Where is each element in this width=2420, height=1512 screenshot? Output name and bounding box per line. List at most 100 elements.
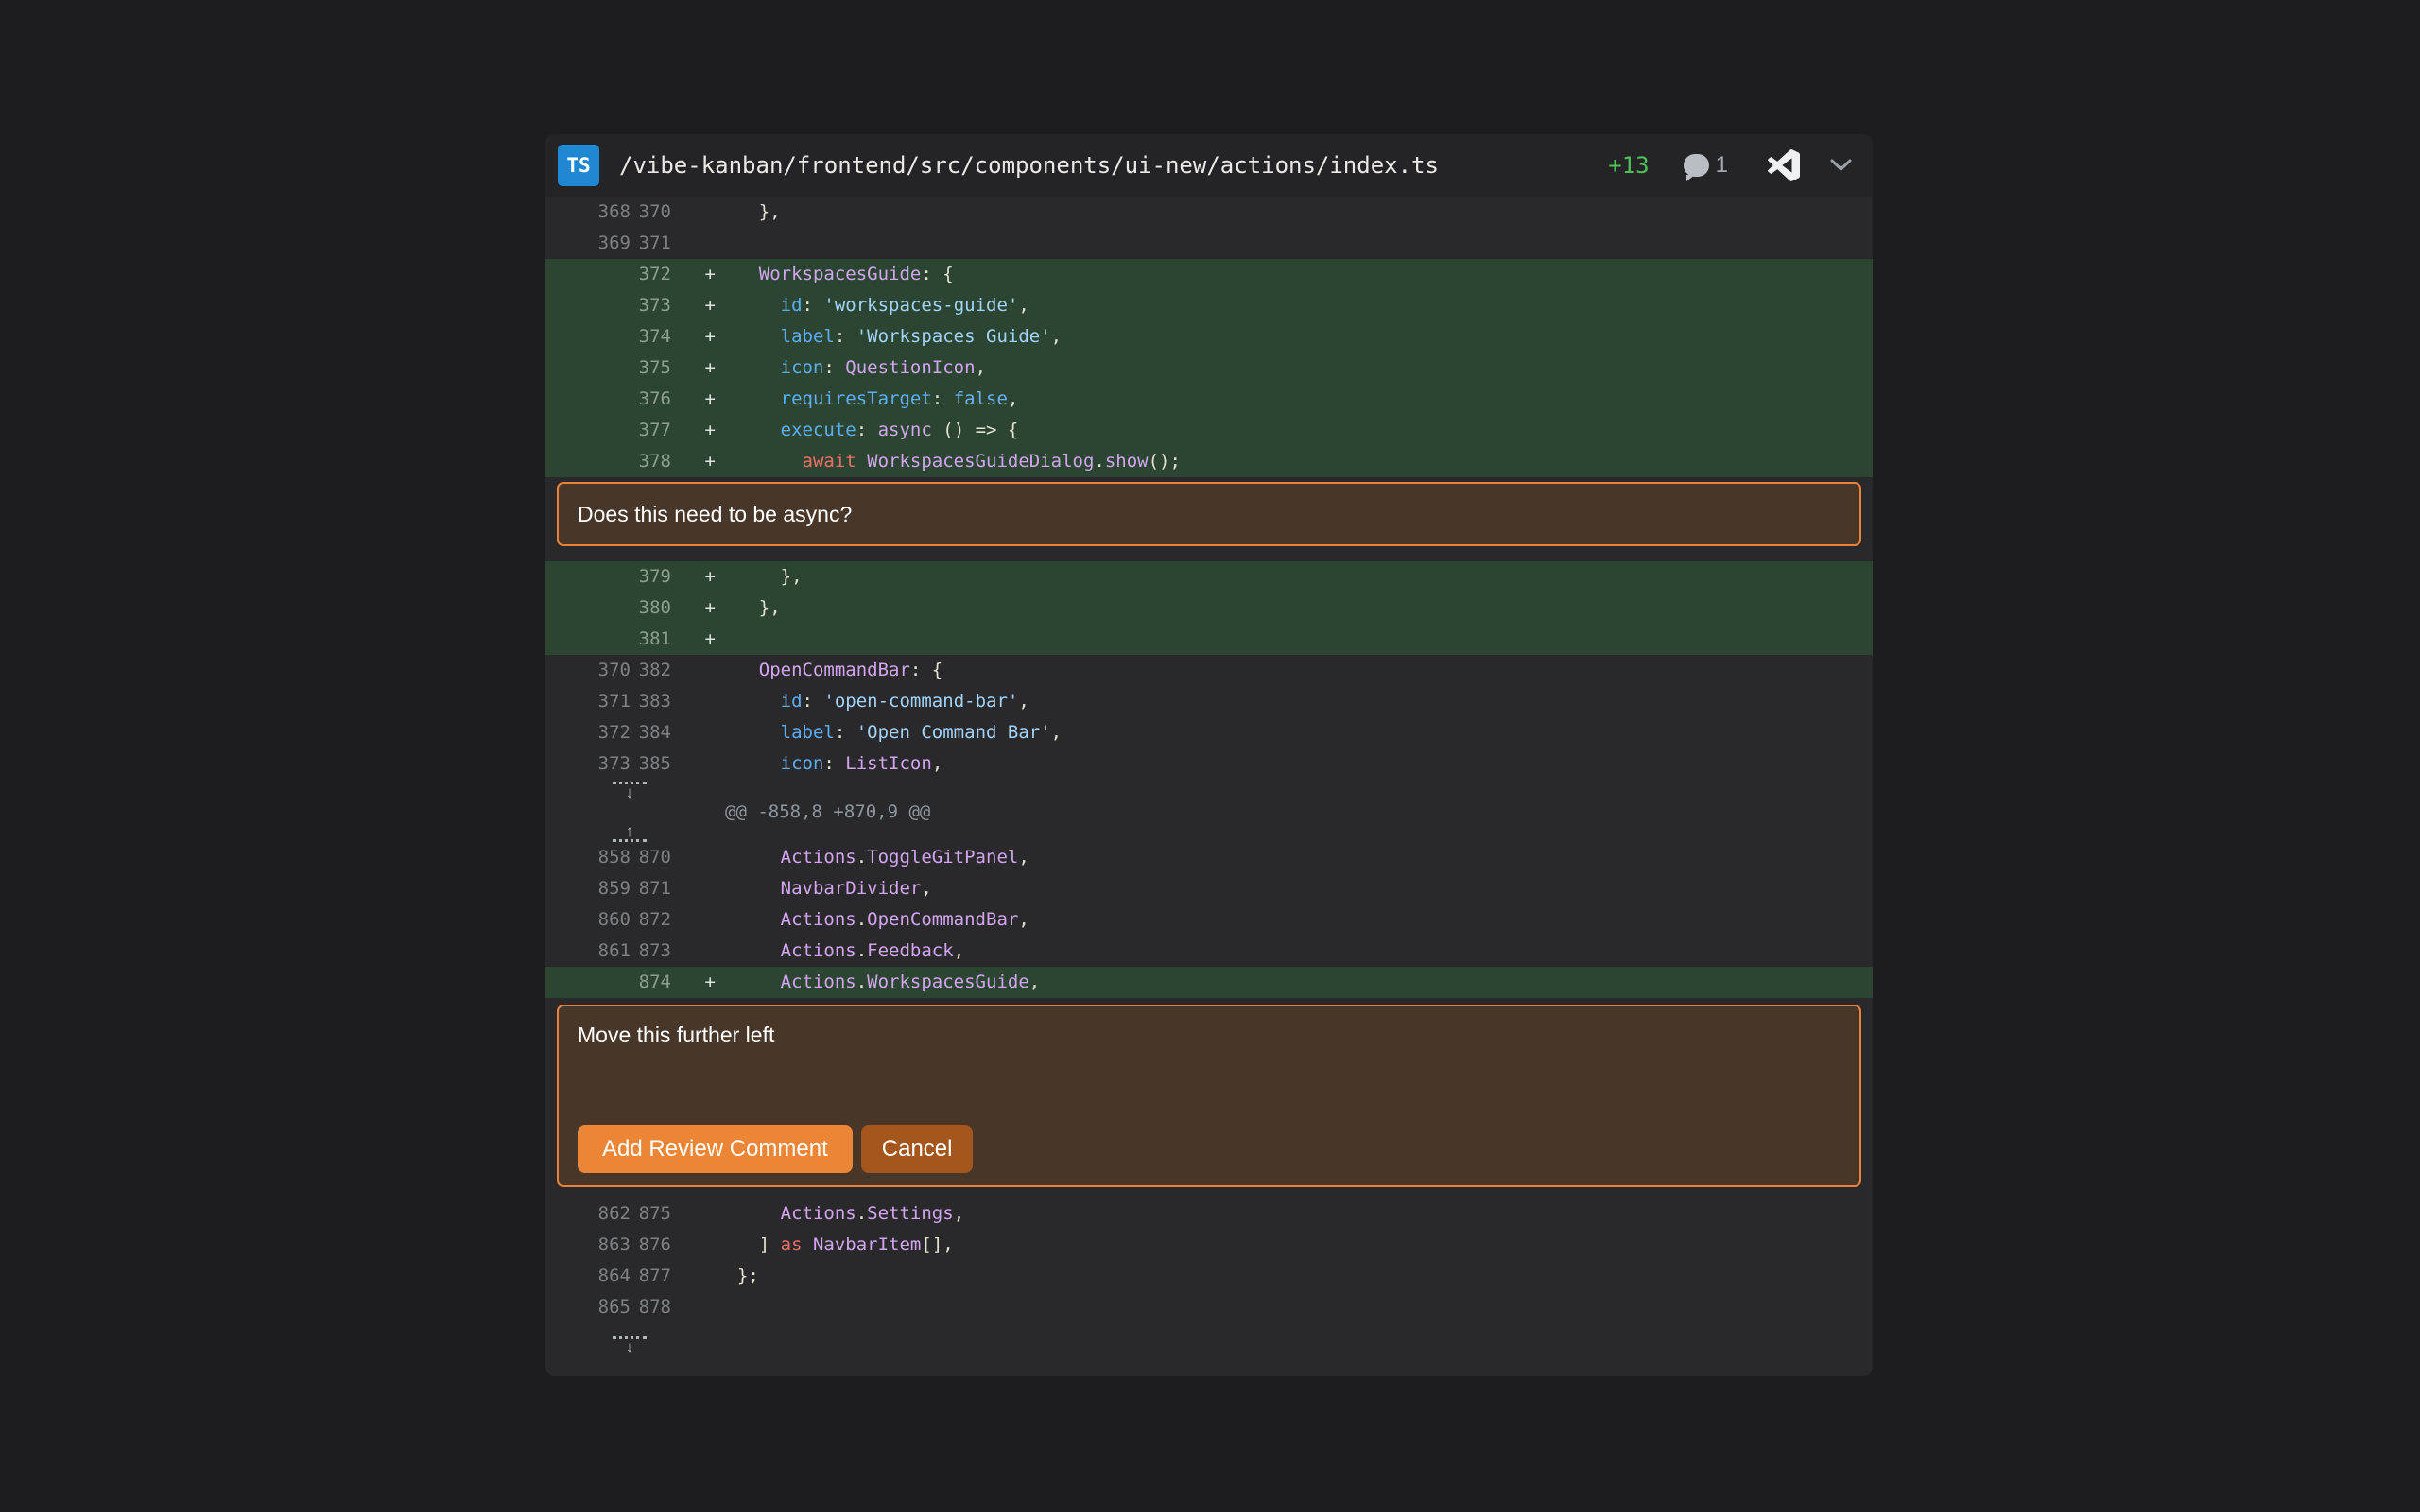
new-line-number: 870 [638,847,671,868]
old-line-number [545,593,631,624]
code-token: execute [780,420,856,440]
open-in-vscode-icon[interactable] [1768,149,1800,181]
code-line: }, [716,561,803,593]
new-line-number: 371 [638,232,671,253]
code-line: }; [716,1261,759,1292]
change-marker: + [704,388,716,409]
old-line-number: 863 [597,1234,631,1255]
change-marker: + [704,971,716,992]
code-token: , [1028,971,1041,992]
code-token: : [834,722,856,743]
add-review-comment-button[interactable]: Add Review Comment [578,1125,853,1173]
code-token: : { [909,660,943,680]
collapse-chevron-icon[interactable] [1830,159,1852,172]
code-token: , [921,878,932,899]
change-marker [671,1261,716,1292]
code-token: NavbarDivider [780,878,922,899]
cancel-button[interactable]: Cancel [860,1125,974,1173]
code-token: , [1050,722,1063,743]
new-line-number: 872 [638,909,671,930]
code-token: ToggleGitPanel [867,847,1019,868]
code-token: , [1018,295,1029,316]
code-token: , [1050,326,1063,347]
code-line: Actions.ToggleGitPanel, [716,842,1029,873]
code-token: : [802,295,824,316]
diff-panel: TS /vibe-kanban/frontend/src/components/… [545,134,1873,1376]
code-token: , [1018,691,1029,712]
old-line-number: 369 [597,232,631,253]
code-token: Actions [780,971,856,992]
old-line-number: 368 [597,201,631,222]
change-marker [671,842,716,873]
new-line-number: 877 [638,1265,671,1286]
header-actions: +13 1 [1608,149,1852,181]
code-token: . [856,909,868,930]
old-line-number [545,446,631,477]
old-line-number [545,561,631,593]
code-token: . [1094,451,1105,472]
code-token: label [780,722,835,743]
old-line-number [545,290,631,321]
diff-row: 864 877 }; [545,1261,1873,1292]
change-marker: + [704,597,716,618]
code-token: () => { [931,420,1019,440]
code-token: async [877,420,932,440]
new-line-number: 873 [638,940,671,961]
old-line-number: 864 [597,1265,631,1286]
code-line: label: 'Open Command Bar', [716,717,1062,748]
new-line-number: 871 [638,878,671,899]
code-token: 'open-command-bar' [823,691,1019,712]
old-line-number [545,967,631,998]
diff-row: 379 + }, [545,561,1873,593]
expand-down-button[interactable]: ↓ [613,782,650,800]
review-comment-strip: Does this need to be async? [545,477,1873,561]
old-line-number: 370 [597,660,631,680]
change-marker [671,873,716,904]
code-token: }, [716,566,803,587]
code-token: icon [780,357,824,378]
new-line-number: 381 [638,628,671,649]
change-marker: + [704,357,716,378]
change-marker: + [704,628,716,649]
code-token: WorkspacesGuide [758,264,922,284]
code-token: label [780,326,835,347]
change-marker [671,936,716,967]
code-token: id [780,691,803,712]
code-token: , [953,1203,965,1224]
code-line: requiresTarget: false, [716,384,1019,415]
code-line: WorkspacesGuide: { [716,259,954,290]
diff-row: 370 382 OpenCommandBar: { [545,655,1873,686]
comment-editor-buttons: Add Review Comment Cancel [578,1125,1841,1173]
code-line: execute: async () => { [716,415,1019,446]
code-token: Actions [780,940,856,961]
arrow-down-icon: ↓ [625,1338,634,1356]
code-token: , [975,357,987,378]
new-line-number: 876 [638,1234,671,1255]
old-line-number [545,259,631,290]
old-line-number [545,624,631,655]
new-line-number: 875 [638,1203,671,1224]
comment-input[interactable]: Move this further left [578,1021,1841,1125]
code-token: . [856,847,868,868]
new-line-number: 383 [638,691,671,712]
diff-row: 375 + icon: QuestionIcon, [545,352,1873,384]
code-token: WorkspacesGuideDialog [867,451,1095,472]
code-line: }, [716,197,781,228]
diff-row: 860 872 Actions.OpenCommandBar, [545,904,1873,936]
expand-up-button[interactable]: ↑ [613,823,650,842]
change-marker: + [704,420,716,440]
expand-down-button[interactable]: ↓ [613,1336,650,1355]
code-token: : [931,388,954,409]
new-line-number: 378 [638,451,671,472]
code-line: id: 'workspaces-guide', [716,290,1029,321]
code-token: : { [921,264,954,284]
code-token: }, [716,201,781,222]
diff-row: 374 + label: 'Workspaces Guide', [545,321,1873,352]
old-line-number [545,352,631,384]
